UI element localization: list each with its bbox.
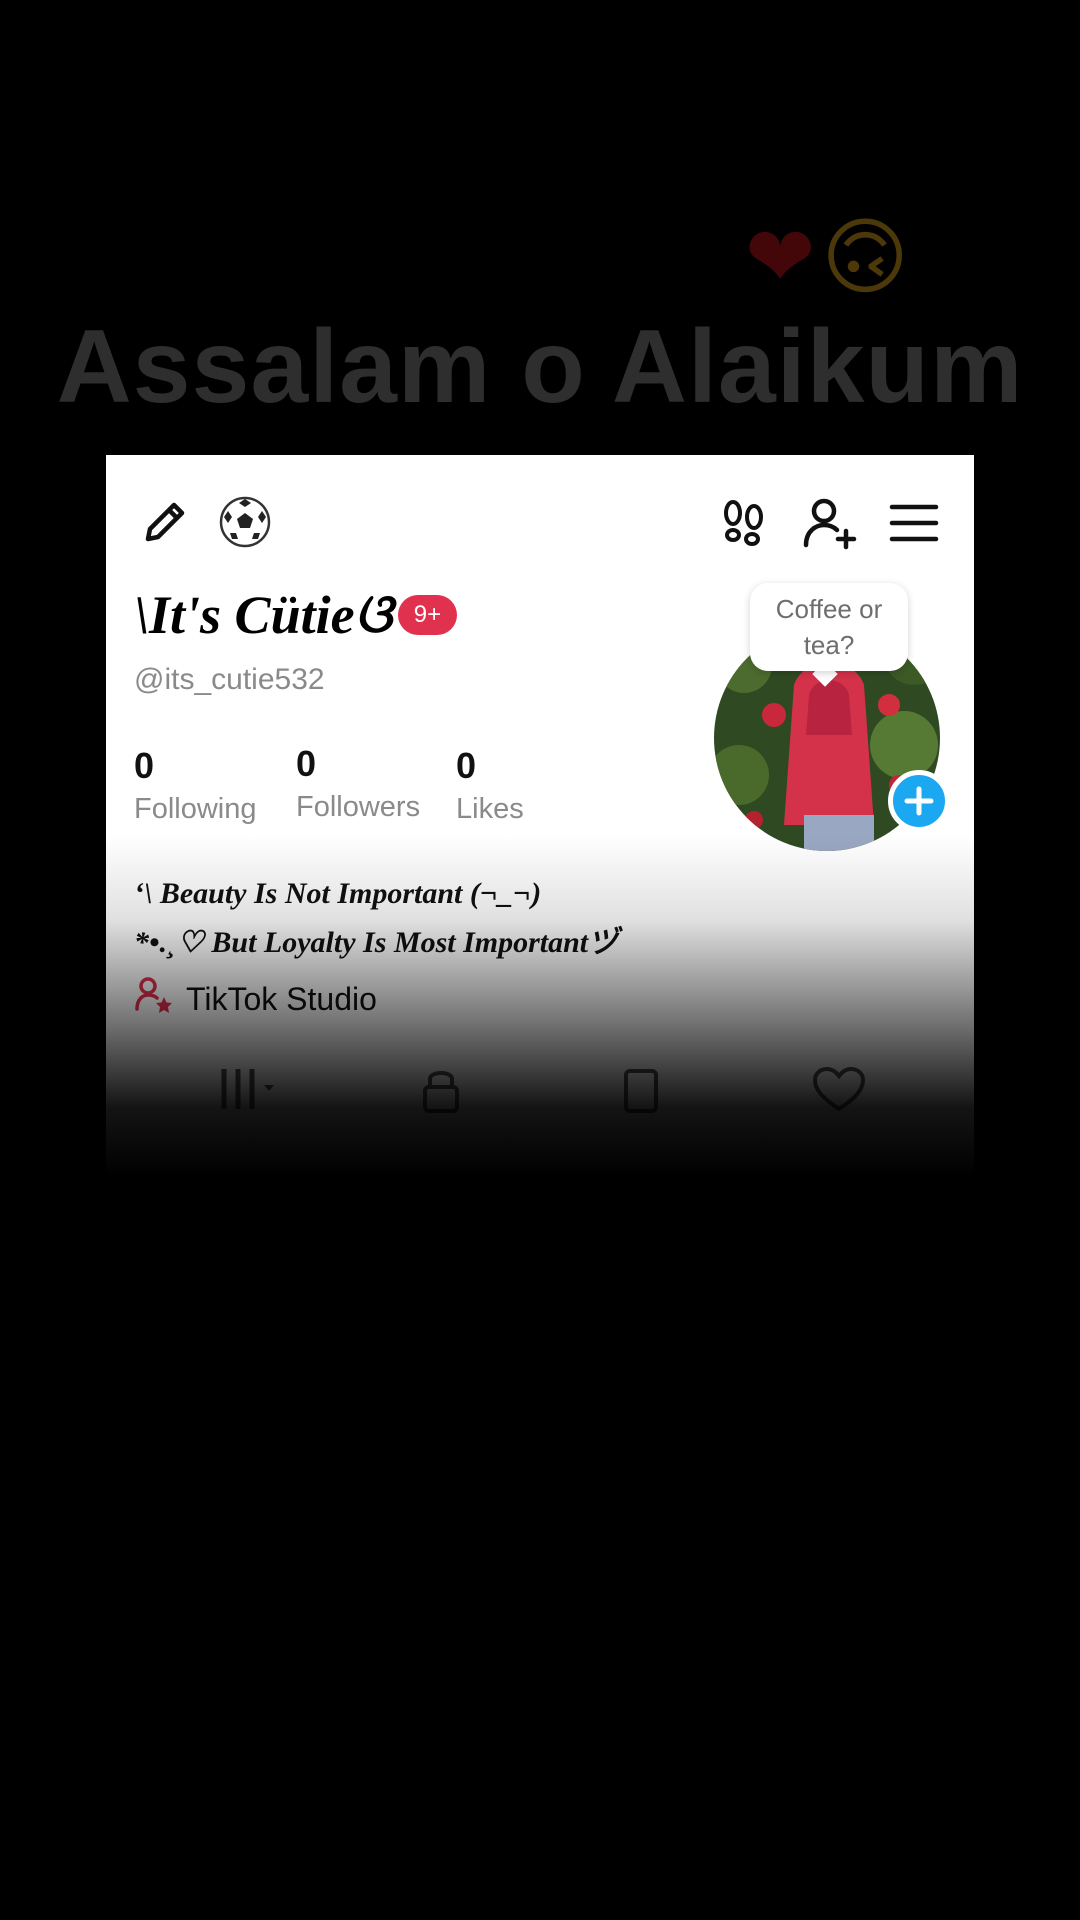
stat-label: Followers (296, 791, 421, 823)
emoji-overlay: ❤ 🙃 (745, 215, 909, 299)
name-prefix-glyph: \ (134, 584, 150, 645)
menu-icon[interactable] (888, 495, 940, 556)
status-bubble[interactable]: Coffee or tea? (750, 583, 908, 671)
add-story-button[interactable] (888, 770, 950, 832)
bubble-line-1: Coffee or (775, 594, 883, 624)
add-user-icon[interactable] (802, 495, 862, 556)
stat-label: Likes (456, 793, 524, 825)
heart-icon: ❤ (745, 208, 816, 306)
soccer-ball-icon[interactable] (218, 495, 272, 554)
notification-badge[interactable]: 9+ (397, 594, 458, 635)
footprints-icon[interactable] (716, 495, 772, 556)
bio-line-2: *•.¸♡ But Loyalty Is Most Importantヅ (134, 926, 619, 959)
videos-tab-icon[interactable] (216, 1065, 286, 1120)
bubble-line-2: tea? (803, 630, 855, 660)
liked-tab-icon[interactable] (811, 1065, 867, 1120)
user-star-icon (134, 975, 174, 1023)
name-suffix-glyph: ଓ (354, 584, 392, 644)
overlay-headline: Assalam o Alaikum (56, 309, 1024, 425)
stat-likes[interactable]: 0 Likes (456, 745, 524, 826)
pencil-icon[interactable] (136, 495, 192, 556)
stat-followers[interactable]: 0 Followers (296, 743, 420, 824)
display-name: It's Cütie (149, 584, 355, 645)
username-handle: @its_cutie532 (134, 663, 325, 696)
repost-tab-icon[interactable] (616, 1065, 666, 1120)
display-name-row: \ It's Cütie ଓ 9+ (134, 583, 458, 646)
stat-value: 0 (296, 743, 317, 784)
upside-down-face-icon: 🙃 (821, 208, 909, 306)
studio-label: TikTok Studio (186, 980, 377, 1017)
stat-value: 0 (134, 745, 155, 786)
stat-value: 0 (456, 745, 477, 786)
bio-line-1: ‘\ Beauty Is Not Important (¬_¬) (134, 877, 542, 910)
stat-following[interactable]: 0 Following (134, 745, 257, 826)
lock-tab-icon[interactable] (416, 1065, 466, 1120)
profile-tab-bar (106, 1065, 974, 1135)
stat-label: Following (134, 793, 257, 825)
profile-card: \ It's Cütie ଓ 9+ @its_cutie532 0 Follo… (106, 455, 974, 1175)
tiktok-studio-link[interactable]: TikTok Studio (134, 975, 377, 1023)
